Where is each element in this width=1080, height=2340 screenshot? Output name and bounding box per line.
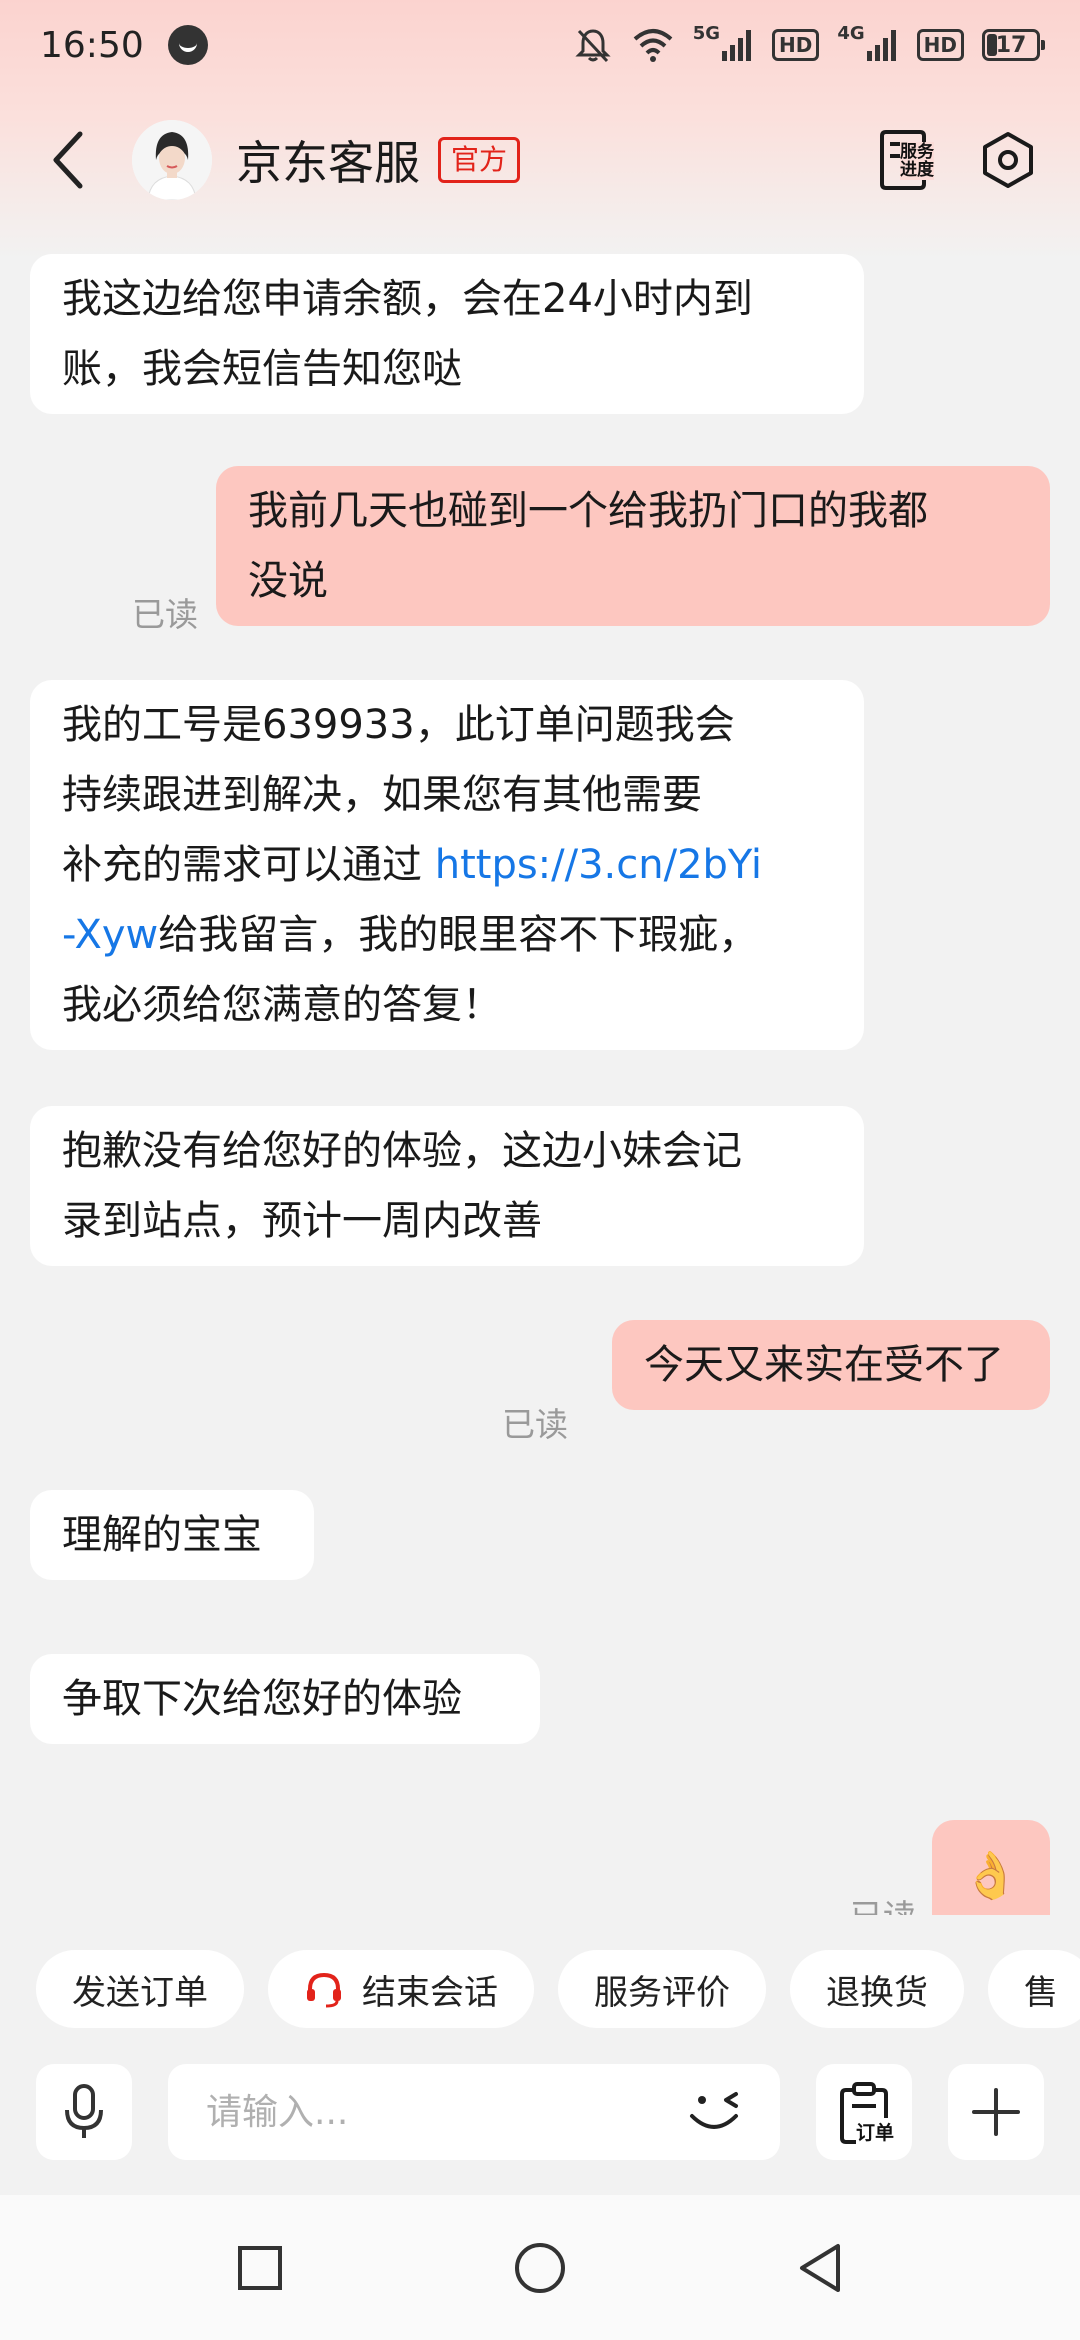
app-notification-icon bbox=[167, 25, 208, 65]
message-line: 我前几天也碰到一个给我扔门口的我都 bbox=[248, 488, 928, 534]
battery-level: 17 bbox=[995, 32, 1027, 58]
service-progress-label: 服务 进度 bbox=[900, 142, 934, 180]
message-line: 录到站点，预计一周内改善 bbox=[62, 1198, 542, 1244]
order-button[interactable]: 订单 bbox=[816, 2064, 912, 2160]
chip-label: 退换货 bbox=[826, 1972, 928, 2013]
official-badge: 官方 bbox=[438, 137, 521, 183]
status-time: 16:50 bbox=[40, 24, 144, 66]
chat-header: 京东客服 官方 服务 进度 bbox=[0, 100, 1080, 220]
chip-label: 售 bbox=[1024, 1972, 1058, 2013]
signal-5g-icon: 5G bbox=[693, 23, 754, 63]
message-line: 我必须给您满意的答复！ bbox=[62, 982, 502, 1028]
end-session-button[interactable]: 结束会话 bbox=[268, 1950, 534, 2028]
net-label-4g: 4G bbox=[837, 23, 865, 44]
mute-bell-icon bbox=[573, 25, 613, 65]
system-navigation-bar bbox=[0, 2195, 1080, 2340]
battery-icon: 17 bbox=[982, 29, 1045, 61]
message-text: 补充的需求可以通过 bbox=[62, 842, 435, 888]
hd-badge-1: HD bbox=[772, 29, 820, 61]
service-progress-button[interactable]: 服务 进度 bbox=[870, 124, 942, 196]
wink-face-icon bbox=[690, 2092, 738, 2129]
message-text: 给我留言，我的眼里容不下瑕疵， bbox=[158, 912, 759, 958]
chip-label: 发送订单 bbox=[72, 1972, 208, 2013]
message-line: 今天又来实在受不了 bbox=[644, 1342, 1004, 1388]
message-line: 抱歉没有给您好的体验，这边小妹会记 bbox=[62, 1128, 742, 1174]
message-user-3[interactable]: 👌 bbox=[932, 1820, 1050, 1915]
microphone-icon bbox=[65, 2084, 103, 2138]
back-button[interactable] bbox=[18, 100, 118, 220]
status-bar: 16:50 5G HD 4G HD 17 bbox=[0, 0, 1080, 90]
hd-badge-2: HD bbox=[916, 29, 964, 61]
circle-icon bbox=[515, 2242, 565, 2293]
chip-label: 结束会话 bbox=[362, 1972, 498, 2013]
message-agent-5[interactable]: 争取下次给您好的体验 bbox=[30, 1654, 540, 1744]
feedback-link[interactable]: https://3.cn/2bYi bbox=[435, 842, 762, 888]
message-line: 争取下次给您好的体验 bbox=[62, 1676, 462, 1722]
net-label-5g: 5G bbox=[692, 23, 720, 44]
plus-icon bbox=[972, 2088, 1020, 2136]
message-line: 理解的宝宝 bbox=[62, 1512, 262, 1558]
signal-4g-icon: 4G bbox=[837, 23, 898, 63]
message-agent-4[interactable]: 理解的宝宝 bbox=[30, 1490, 314, 1580]
after-sales-button[interactable]: 售 bbox=[988, 1950, 1080, 2028]
status-icons: 5G HD 4G HD 17 bbox=[573, 23, 1045, 65]
more-options-button[interactable] bbox=[948, 2064, 1044, 2160]
emoji-button[interactable] bbox=[680, 2080, 752, 2144]
service-progress-line-1: 服务 bbox=[900, 142, 934, 162]
chip-label: 服务评价 bbox=[594, 1972, 730, 2013]
chat-message-list[interactable]: 我这边给您申请余额，会在24小时内到 账，我会短信告知您哒 已读 我前几天也碰到… bbox=[0, 240, 1080, 1915]
read-status: 已读 bbox=[132, 595, 198, 634]
read-status: 已读 bbox=[502, 1405, 568, 1444]
message-line: 没说 bbox=[248, 558, 328, 604]
message-user-2[interactable]: 今天又来实在受不了 bbox=[612, 1320, 1050, 1410]
feedback-link-continued[interactable]: -Xyw bbox=[62, 912, 158, 958]
ok-hand-emoji-icon: 👌 bbox=[962, 1848, 1020, 1902]
system-back-button[interactable] bbox=[780, 2228, 860, 2308]
message-line: -Xyw给我留言，我的眼里容不下瑕疵， bbox=[62, 900, 832, 970]
message-line: 我这边给您申请余额，会在24小时内到 bbox=[62, 276, 753, 322]
message-agent-1[interactable]: 我这边给您申请余额，会在24小时内到 账，我会短信告知您哒 bbox=[30, 254, 864, 414]
triangle-back-icon bbox=[800, 2243, 840, 2292]
wifi-icon bbox=[631, 27, 675, 63]
quick-action-bar: 发送订单 结束会话 服务评价 退换货 售 bbox=[0, 1950, 1080, 2028]
message-line: 补充的需求可以通过 https://3.cn/2bYi bbox=[62, 830, 832, 900]
send-order-button[interactable]: 发送订单 bbox=[36, 1950, 244, 2028]
message-agent-2[interactable]: 我的工号是639933，此订单问题我会 持续跟进到解决，如果您有其他需要 补充的… bbox=[30, 680, 864, 1050]
message-agent-3[interactable]: 抱歉没有给您好的体验，这边小妹会记 录到站点，预计一周内改善 bbox=[30, 1106, 864, 1266]
agent-avatar[interactable] bbox=[132, 120, 212, 200]
recent-apps-button[interactable] bbox=[220, 2228, 300, 2308]
message-line: 持续跟进到解决，如果您有其他需要 bbox=[62, 772, 702, 818]
headset-icon bbox=[304, 1969, 344, 2009]
chevron-left-icon bbox=[53, 131, 83, 189]
service-progress-line-2: 进度 bbox=[900, 160, 934, 180]
message-line: 我的工号是639933，此订单问题我会 bbox=[62, 702, 735, 748]
message-line: 账，我会短信告知您哒 bbox=[62, 346, 462, 392]
square-icon bbox=[238, 2245, 282, 2290]
settings-button[interactable] bbox=[972, 124, 1044, 196]
service-rating-button[interactable]: 服务评价 bbox=[558, 1950, 766, 2028]
return-exchange-button[interactable]: 退换货 bbox=[790, 1950, 964, 2028]
message-user-1[interactable]: 我前几天也碰到一个给我扔门口的我都 没说 bbox=[216, 466, 1050, 626]
order-button-label: 订单 bbox=[856, 2118, 895, 2145]
voice-input-button[interactable] bbox=[36, 2064, 132, 2160]
chat-title: 京东客服 bbox=[236, 136, 420, 190]
home-button[interactable] bbox=[500, 2228, 580, 2308]
message-input-bar: 订单 bbox=[0, 2060, 1080, 2160]
settings-hexagon-icon bbox=[983, 132, 1033, 188]
read-status: 已读 bbox=[850, 1890, 916, 1915]
